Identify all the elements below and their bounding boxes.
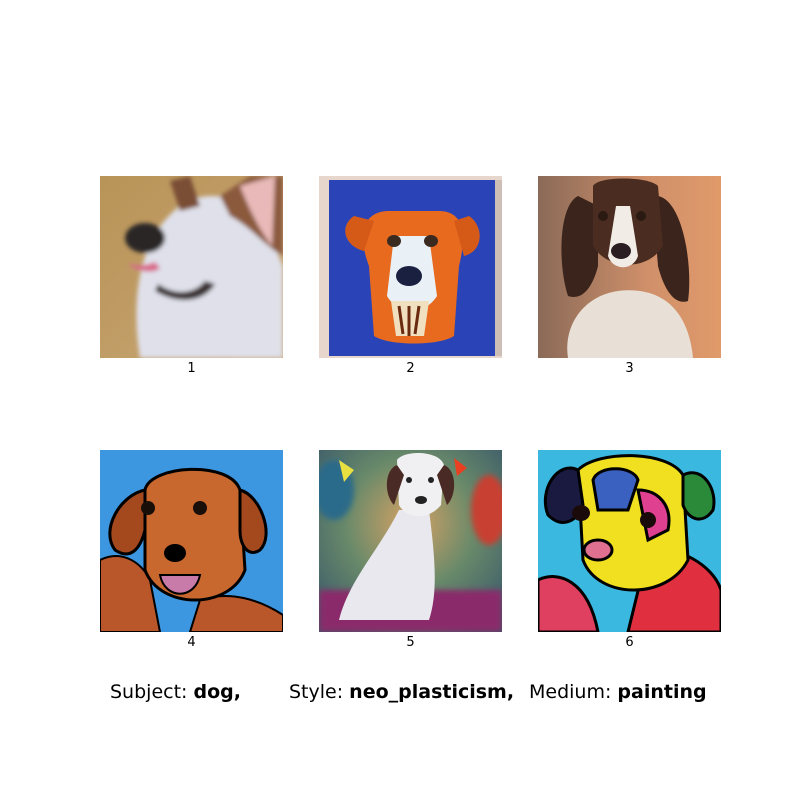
medium-value: painting	[617, 681, 707, 703]
image-3-dog-spaniel	[538, 176, 721, 358]
caption-subject: Subject: dog,	[110, 680, 241, 704]
image-2-number: 2	[406, 361, 415, 376]
image-5-dog-sitting	[319, 450, 502, 632]
image-1-number: 1	[187, 361, 196, 376]
medium-label: Medium:	[529, 681, 612, 703]
subject-label: Subject:	[110, 681, 188, 703]
image-4-number: 4	[187, 635, 196, 650]
image-6-dog-pop-art	[538, 450, 721, 632]
image-2-dog-canvas	[319, 176, 502, 358]
image-4-dog-cartoon	[100, 450, 283, 632]
style-value: neo_plasticism,	[349, 681, 515, 703]
caption-medium: Medium: painting	[529, 680, 707, 704]
style-label: Style:	[289, 681, 344, 703]
subject-value: dog,	[193, 681, 241, 703]
image-6-number: 6	[625, 635, 634, 650]
caption-style: Style: neo_plasticism,	[289, 680, 514, 704]
image-3-number: 3	[625, 361, 634, 376]
image-1-dog-portrait	[100, 176, 283, 358]
image-5-number: 5	[406, 635, 415, 650]
